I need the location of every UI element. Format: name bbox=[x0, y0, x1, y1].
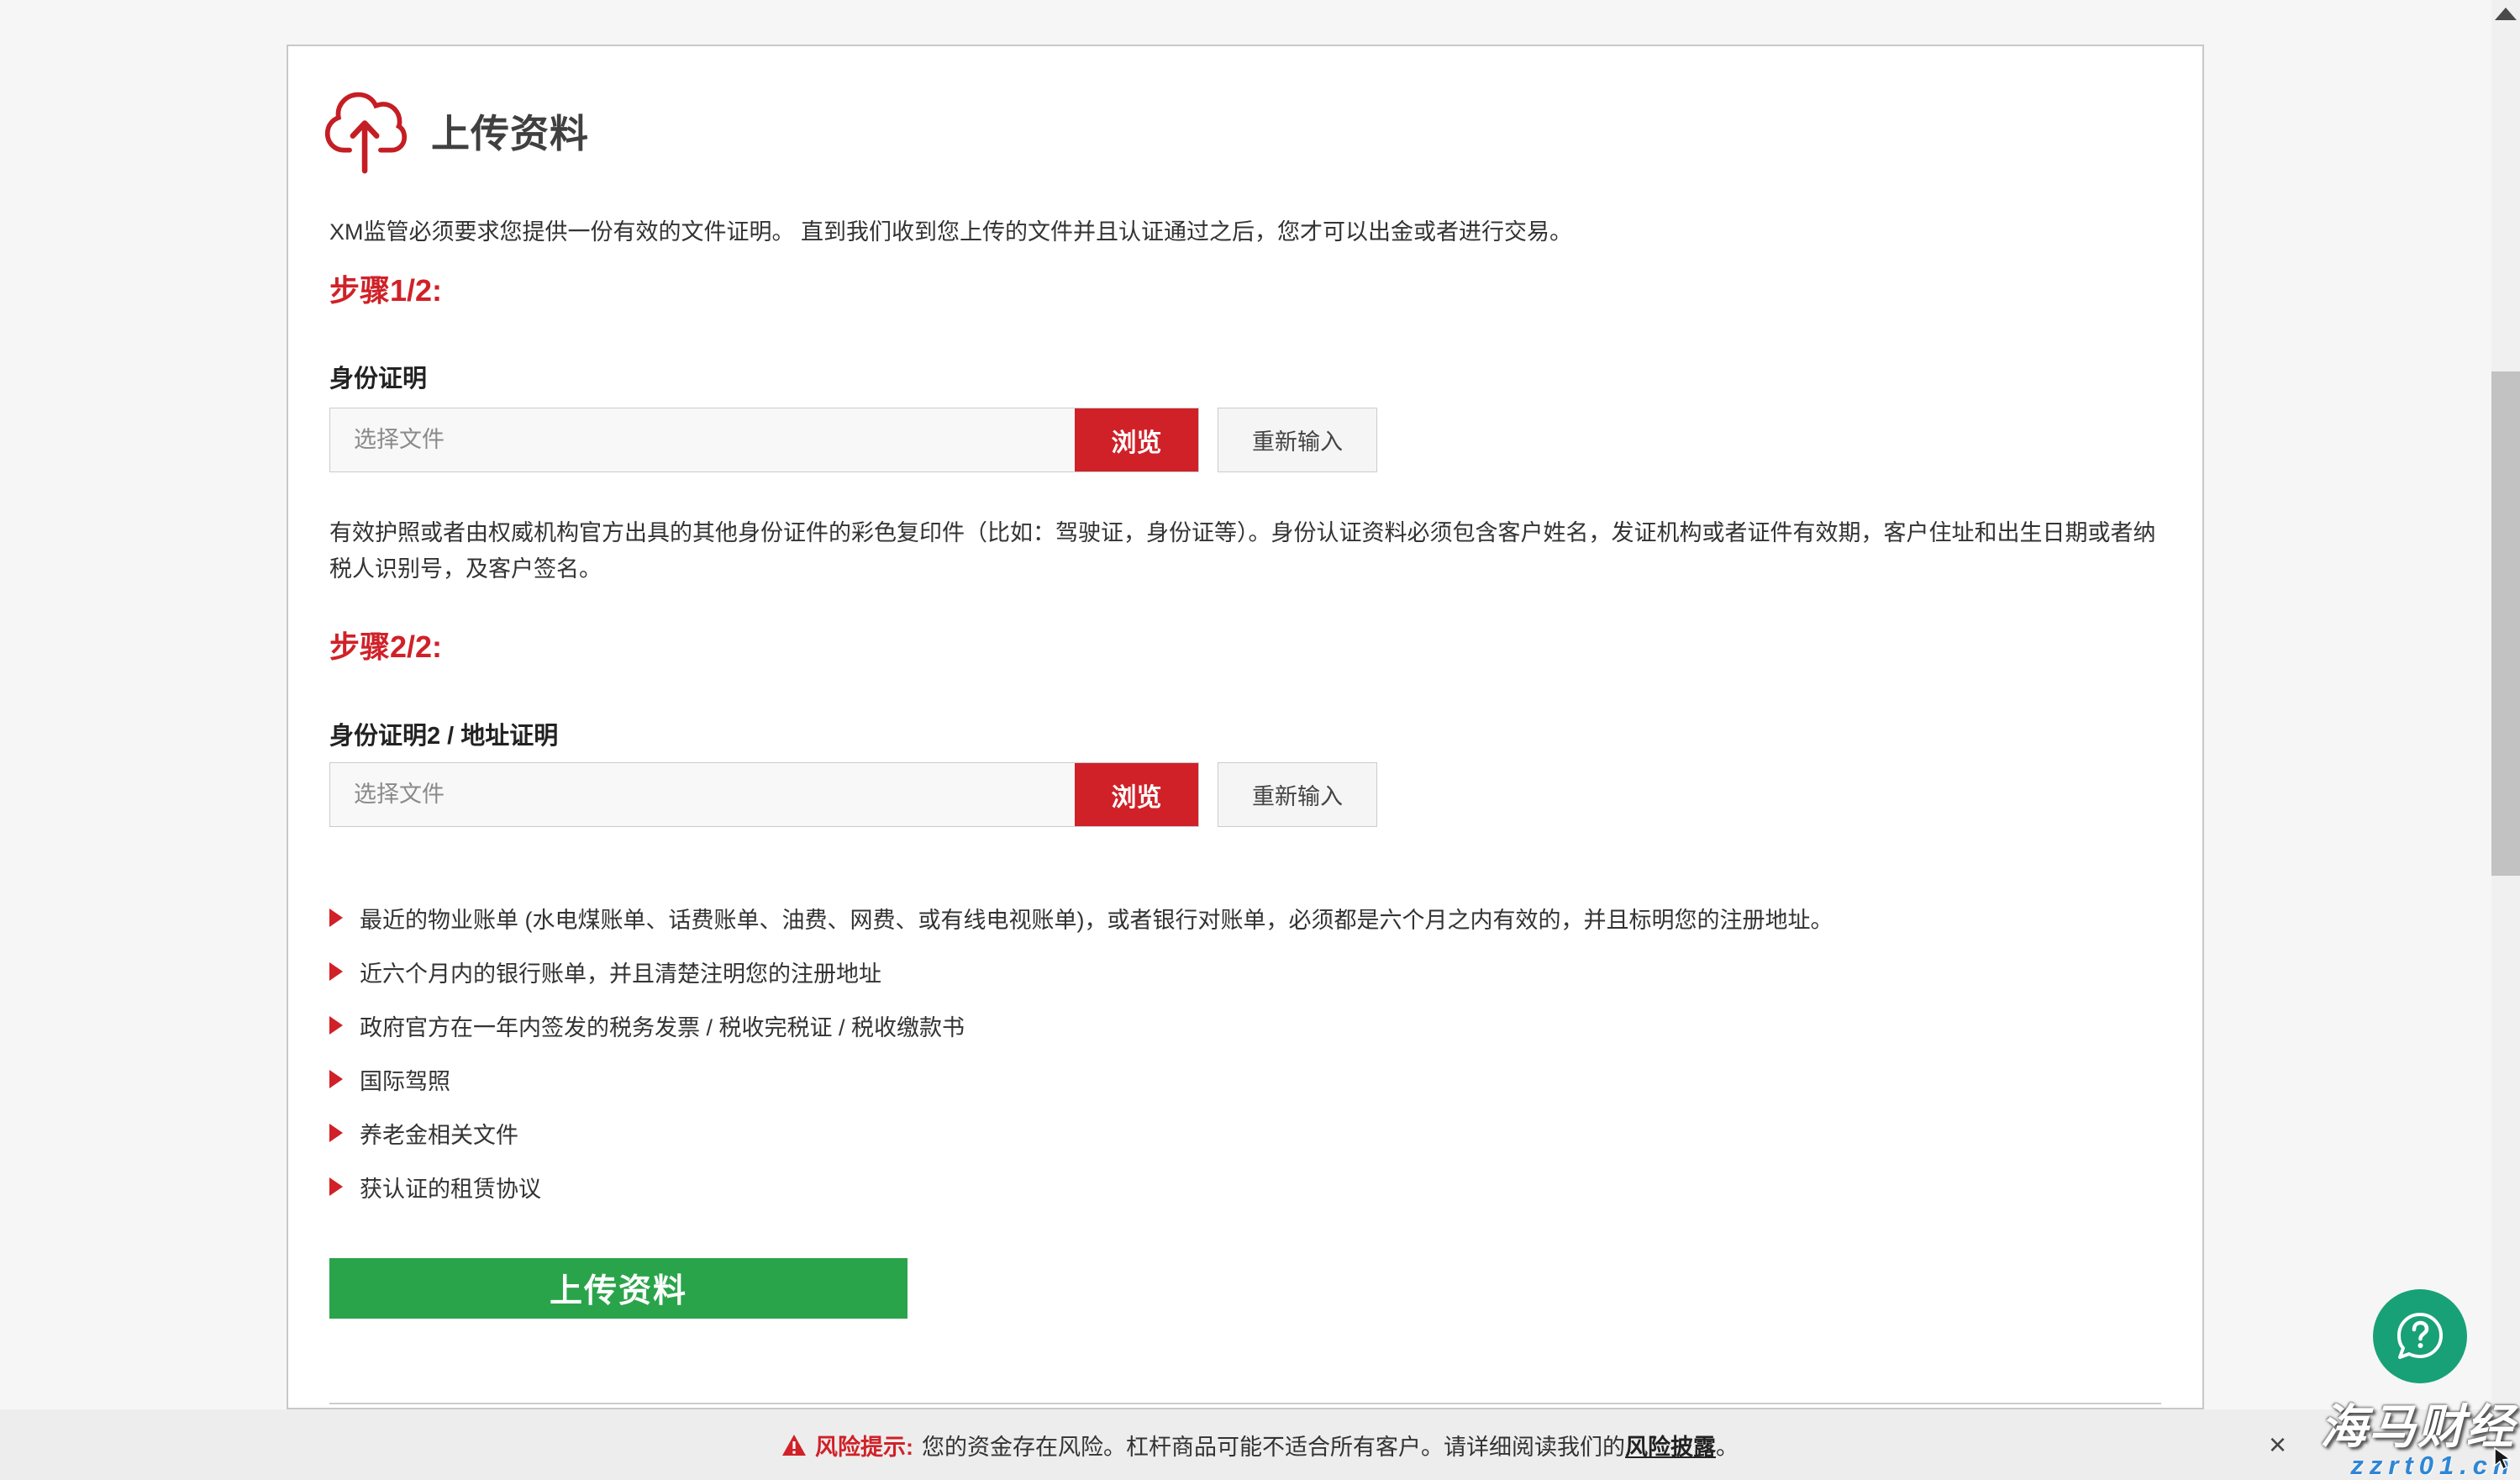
list-item-text: 最近的物业账单 (水电煤账单、话费账单、油费、网费、或有线电视账单)，或者银行对… bbox=[360, 902, 1833, 935]
cloud-upload-icon bbox=[324, 82, 408, 181]
list-item: 最近的物业账单 (水电煤账单、话费账单、油费、网费、或有线电视账单)，或者银行对… bbox=[329, 891, 1833, 945]
upload-submit-button[interactable]: 上传资料 bbox=[329, 1258, 908, 1319]
list-item: 获认证的租赁协议 bbox=[329, 1160, 1833, 1214]
list-item-text: 获认证的租赁协议 bbox=[360, 1171, 541, 1203]
scroll-up-arrow-icon[interactable] bbox=[2495, 8, 2517, 20]
mouse-cursor bbox=[2493, 1447, 2513, 1471]
list-item-text: 养老金相关文件 bbox=[360, 1117, 518, 1150]
identity-file-box: 浏览 bbox=[329, 408, 1199, 472]
warning-triangle-icon bbox=[781, 1434, 807, 1456]
accepted-documents-list: 最近的物业账单 (水电煤账单、话费账单、油费、网费、或有线电视账单)，或者银行对… bbox=[329, 891, 1833, 1214]
triangle-right-icon bbox=[329, 1124, 343, 1142]
address-browse-button[interactable]: 浏览 bbox=[1075, 763, 1198, 826]
address-file-input[interactable] bbox=[330, 763, 1075, 826]
risk-warning-bar: 风险提示: 您的资金存在风险。杠杆商品可能不适合所有客户。请详细阅读我们的 风险… bbox=[0, 1409, 2520, 1480]
triangle-right-icon bbox=[329, 962, 343, 981]
identity-browse-button[interactable]: 浏览 bbox=[1075, 408, 1198, 471]
identity-proof-description: 有效护照或者由权威机构官方出具的其他身份证件的彩色复印件（比如：驾驶证，身份证等… bbox=[329, 515, 2161, 587]
upload-documents-card: 上传资料 XM监管必须要求您提供一份有效的文件证明。 直到我们收到您上传的文件并… bbox=[287, 45, 2204, 1409]
address-file-box: 浏览 bbox=[329, 762, 1199, 827]
identity-file-row: 浏览 重新输入 bbox=[329, 408, 1377, 472]
triangle-right-icon bbox=[329, 1070, 343, 1088]
triangle-right-icon bbox=[329, 909, 343, 927]
risk-bar-close-button[interactable]: × bbox=[2269, 1430, 2286, 1460]
list-item: 养老金相关文件 bbox=[329, 1106, 1833, 1160]
list-item: 政府官方在一年内签发的税务发票 / 税收完税证 / 税收缴款书 bbox=[329, 998, 1833, 1052]
card-header: 上传资料 bbox=[324, 82, 589, 181]
address-reset-button[interactable]: 重新输入 bbox=[1218, 762, 1377, 827]
risk-warning-text: 您的资金存在风险。杠杆商品可能不适合所有客户。请详细阅读我们的 bbox=[922, 1429, 1625, 1462]
question-bubble-icon bbox=[2391, 1308, 2449, 1365]
risk-warning-label: 风险提示: bbox=[815, 1429, 913, 1462]
step2-heading: 步骤2/2: bbox=[329, 623, 442, 666]
list-item-text: 政府官方在一年内签发的税务发票 / 税收完税证 / 税收缴款书 bbox=[360, 1009, 965, 1042]
step1-heading: 步骤1/2: bbox=[329, 266, 442, 310]
vertical-scrollbar[interactable] bbox=[2491, 0, 2520, 1480]
triangle-right-icon bbox=[329, 1016, 343, 1035]
list-item-text: 国际驾照 bbox=[360, 1063, 450, 1096]
triangle-right-icon bbox=[329, 1177, 343, 1196]
risk-disclosure-link[interactable]: 风险披露 bbox=[1625, 1429, 1716, 1462]
card-bottom-divider bbox=[329, 1403, 2161, 1404]
scrollbar-thumb[interactable] bbox=[2491, 371, 2520, 876]
list-item: 国际驾照 bbox=[329, 1052, 1833, 1106]
identity-reset-button[interactable]: 重新输入 bbox=[1218, 408, 1377, 472]
list-item: 近六个月内的银行账单，并且清楚注明您的注册地址 bbox=[329, 945, 1833, 998]
identity-file-input[interactable] bbox=[330, 408, 1075, 471]
address-proof-label: 身份证明2 / 地址证明 bbox=[329, 716, 558, 751]
support-chat-button[interactable] bbox=[2373, 1289, 2467, 1383]
list-item-text: 近六个月内的银行账单，并且清楚注明您的注册地址 bbox=[360, 956, 881, 988]
risk-warning-suffix: 。 bbox=[1716, 1429, 1739, 1462]
intro-text: XM监管必须要求您提供一份有效的文件证明。 直到我们收到您上传的文件并且认证通过… bbox=[329, 214, 2161, 250]
address-file-row: 浏览 重新输入 bbox=[329, 762, 1377, 827]
page-title: 上传资料 bbox=[431, 103, 589, 159]
identity-proof-label: 身份证明 bbox=[329, 359, 427, 394]
